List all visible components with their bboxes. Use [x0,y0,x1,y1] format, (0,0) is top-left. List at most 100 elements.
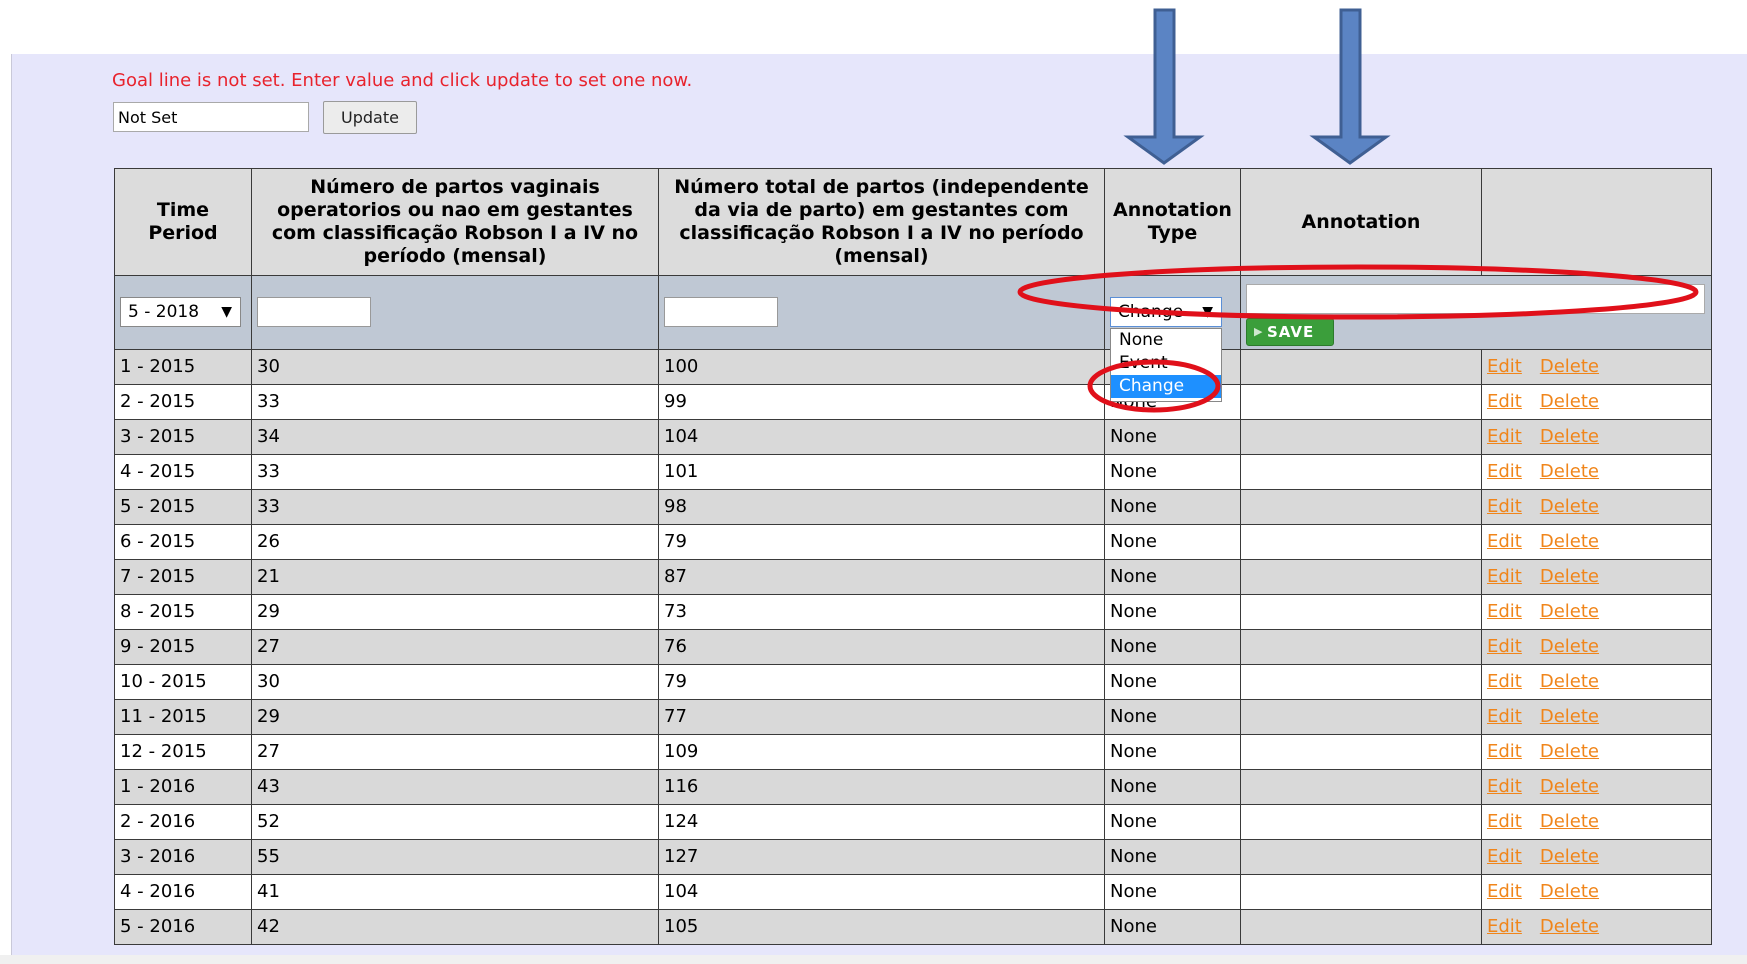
delete-link[interactable]: Delete [1540,601,1599,622]
delete-link[interactable]: Delete [1540,881,1599,902]
save-button[interactable]: ▶ SAVE [1246,318,1334,346]
delete-link[interactable]: Delete [1540,531,1599,552]
delete-link[interactable]: Delete [1540,426,1599,447]
period-cell: 1 - 2015 [114,349,252,385]
delete-link[interactable]: Delete [1540,776,1599,797]
delete-link[interactable]: Delete [1540,811,1599,832]
edit-link[interactable]: Edit [1487,496,1522,517]
edit-link[interactable]: Edit [1487,636,1522,657]
numerator-cell: 55 [251,839,659,875]
period-select[interactable]: 5 - 2018 ▼ [120,297,241,327]
numerator-input[interactable] [257,297,371,327]
denominator-cell: 100 [658,349,1105,385]
denominator-cell: 104 [658,874,1105,910]
annotation-cell [1240,454,1482,490]
dropdown-option[interactable]: Change [1111,375,1221,398]
delete-link[interactable]: Delete [1540,916,1599,937]
annotation-type-value: Change [1118,302,1184,322]
edit-link[interactable]: Edit [1487,706,1522,727]
numerator-cell: 21 [251,559,659,595]
annotation-cell [1240,804,1482,840]
table-row: 8 - 2015 29 73 None Edit Delete [114,594,1712,630]
delete-link[interactable]: Delete [1540,741,1599,762]
annotation-type-select[interactable]: Change ▼ [1110,297,1222,327]
annotation-type-cell: None [1104,839,1241,875]
delete-link[interactable]: Delete [1540,846,1599,867]
edit-link[interactable]: Edit [1487,601,1522,622]
edit-link[interactable]: Edit [1487,846,1522,867]
annotation-cell [1240,629,1482,665]
edit-link[interactable]: Edit [1487,531,1522,552]
table-row: 6 - 2015 26 79 None Edit Delete [114,524,1712,560]
annotation-type-cell: None [1104,629,1241,665]
denominator-input[interactable] [664,297,778,327]
table-row: 3 - 2015 34 104 None Edit Delete [114,419,1712,455]
period-select-value: 5 - 2018 [128,302,200,322]
annotation-cell [1240,699,1482,735]
annotation-type-cell: None [1104,559,1241,595]
dropdown-option[interactable]: Event [1111,352,1221,375]
period-cell: 3 - 2015 [114,419,252,455]
delete-link[interactable]: Delete [1540,636,1599,657]
actions-cell: Edit Delete [1481,629,1712,665]
annotation-cell [1240,419,1482,455]
period-cell: 4 - 2015 [114,454,252,490]
annotation-type-dropdown[interactable]: None Event Change [1110,328,1222,402]
edit-link[interactable]: Edit [1487,426,1522,447]
save-button-label: SAVE [1267,323,1315,341]
numerator-cell: 34 [251,419,659,455]
actions-cell: Edit Delete [1481,874,1712,910]
annotation-type-cell: None [1104,454,1241,490]
numerator-cell: 30 [251,664,659,700]
denominator-cell: 105 [658,909,1105,945]
annotation-type-cell: None [1104,874,1241,910]
edit-link[interactable]: Edit [1487,811,1522,832]
period-cell: 8 - 2015 [114,594,252,630]
numerator-cell: 29 [251,594,659,630]
edit-link[interactable]: Edit [1487,741,1522,762]
annotation-cell [1240,384,1482,420]
annotation-cell [1240,489,1482,525]
header-annotation: Annotation [1240,168,1482,276]
delete-link[interactable]: Delete [1540,706,1599,727]
denominator-cell: 104 [658,419,1105,455]
period-dropdown-arrow-icon: ▼ [221,304,232,320]
table-row: 2 - 2016 52 124 None Edit Delete [114,804,1712,840]
edit-link[interactable]: Edit [1487,776,1522,797]
annotation-cell [1240,874,1482,910]
annotation-type-cell: None [1104,909,1241,945]
denominator-cell: 73 [658,594,1105,630]
delete-link[interactable]: Delete [1540,461,1599,482]
period-cell: 11 - 2015 [114,699,252,735]
edit-link[interactable]: Edit [1487,391,1522,412]
numerator-cell: 27 [251,734,659,770]
header-denominator: Número total de partos (independente da … [658,168,1105,276]
horizontal-scrollbar[interactable] [0,955,1747,964]
period-cell: 6 - 2015 [114,524,252,560]
actions-cell: Edit Delete [1481,804,1712,840]
goal-value-input[interactable] [113,102,309,132]
edit-link[interactable]: Edit [1487,881,1522,902]
edit-link[interactable]: Edit [1487,566,1522,587]
annotation-input[interactable] [1246,284,1705,314]
edit-link[interactable]: Edit [1487,671,1522,692]
delete-link[interactable]: Delete [1540,356,1599,377]
edit-link[interactable]: Edit [1487,356,1522,377]
delete-link[interactable]: Delete [1540,391,1599,412]
period-cell: 2 - 2015 [114,384,252,420]
dropdown-option[interactable]: None [1111,329,1221,352]
delete-link[interactable]: Delete [1540,671,1599,692]
period-cell: 1 - 2016 [114,769,252,805]
annotation-type-cell: None [1104,664,1241,700]
period-cell: 10 - 2015 [114,664,252,700]
delete-link[interactable]: Delete [1540,496,1599,517]
period-cell: 2 - 2016 [114,804,252,840]
annotation-type-cell: None [1104,594,1241,630]
edit-link[interactable]: Edit [1487,461,1522,482]
update-button[interactable]: Update [323,101,417,134]
edit-link[interactable]: Edit [1487,916,1522,937]
delete-link[interactable]: Delete [1540,566,1599,587]
period-cell: 4 - 2016 [114,874,252,910]
annotation-type-cell: None [1104,524,1241,560]
numerator-cell: 52 [251,804,659,840]
